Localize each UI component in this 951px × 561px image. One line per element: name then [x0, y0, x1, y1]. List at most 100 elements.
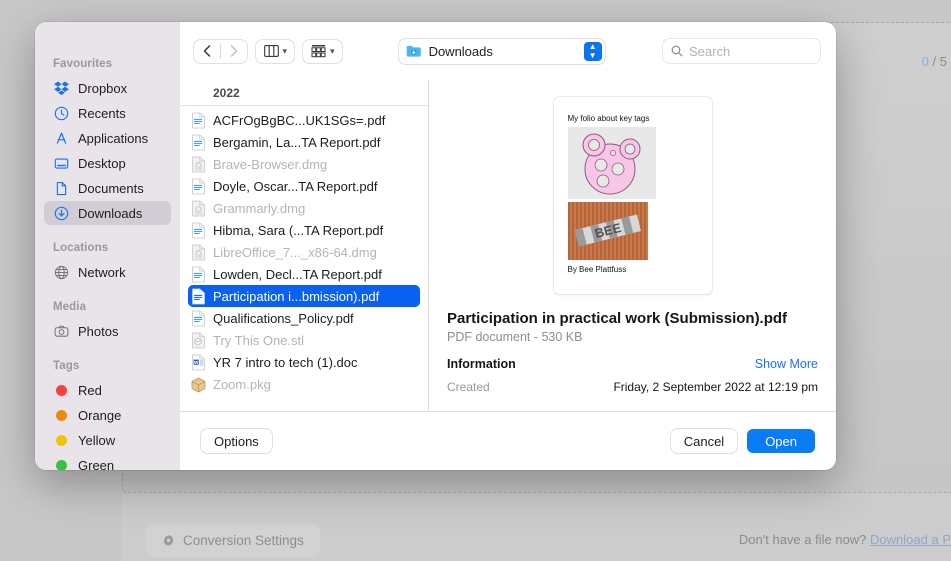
- package-icon: [191, 377, 206, 392]
- information-header: Information: [447, 357, 516, 371]
- dmg-file-icon: [192, 200, 205, 216]
- dialog-footer: Options Cancel Open: [180, 411, 836, 470]
- preview-file-meta: PDF document - 530 KB: [447, 330, 583, 344]
- file-row[interactable]: Participation i...bmission).pdf: [188, 285, 420, 307]
- sidebar-item-label: Desktop: [78, 155, 126, 171]
- path-popup-button[interactable]: Downloads ▲ ▼: [398, 38, 605, 64]
- counter-current: 0: [921, 54, 929, 69]
- sidebar-item-tag-red[interactable]: Red: [44, 378, 171, 402]
- column-view-icon: [263, 45, 279, 57]
- sidebar-section-locations-title: Locations: [53, 242, 109, 254]
- file-row[interactable]: Qualifications_Policy.pdf: [188, 307, 420, 329]
- file-name: Try This One.stl: [213, 332, 305, 348]
- file-name: Hibma, Sara (...TA Report.pdf: [213, 222, 384, 238]
- pdf-file-icon: [191, 112, 206, 129]
- back-button[interactable]: [194, 40, 220, 63]
- file-name: Lowden, Decl...TA Report.pdf: [213, 266, 382, 282]
- no-file-prompt: Don't have a file now? Download a P: [739, 532, 951, 547]
- download-sample-link[interactable]: Download a P: [870, 532, 951, 547]
- file-row[interactable]: Brave-Browser.dmg: [188, 153, 420, 175]
- file-row[interactable]: LibreOffice_7..._x86-64.dmg: [188, 241, 420, 263]
- file-row[interactable]: W YR 7 intro to tech (1).doc: [188, 351, 420, 373]
- chevron-left-icon: [203, 45, 211, 57]
- open-button[interactable]: Open: [747, 429, 815, 453]
- tag-dot-icon: [53, 382, 69, 398]
- sidebar-item-network[interactable]: Network: [44, 260, 171, 284]
- download-icon: [53, 205, 69, 221]
- sidebar-section-favourites-title: Favourites: [53, 58, 113, 70]
- info-key: Created: [447, 380, 490, 394]
- show-more-link[interactable]: Show More: [755, 357, 818, 371]
- chevron-down-icon: ▾: [282, 45, 288, 56]
- sidebar-item-label: Recents: [78, 105, 126, 121]
- sidebar-item-tag-yellow[interactable]: Yellow: [44, 428, 171, 452]
- applications-icon: [53, 130, 69, 146]
- pdf-file-icon: [191, 288, 206, 305]
- bee-keytag-photo: BEE: [567, 202, 648, 260]
- dmg-file-icon: [191, 244, 206, 261]
- path-label: Downloads: [428, 43, 493, 59]
- counter-total: 5: [939, 54, 947, 69]
- sidebar-item-downloads[interactable]: Downloads: [44, 201, 171, 225]
- pdf-file-icon: [191, 310, 206, 327]
- sidebar-item-desktop[interactable]: Desktop: [44, 151, 171, 175]
- sidebar-item-label: Orange: [78, 407, 122, 423]
- pdf-file-icon: [191, 222, 206, 239]
- file-name: Qualifications_Policy.pdf: [213, 310, 354, 326]
- info-row-created: Created Friday, 2 September 2022 at 12:1…: [447, 380, 818, 394]
- sidebar-section-tags-title: Tags: [53, 360, 80, 372]
- options-button[interactable]: Options: [201, 429, 272, 453]
- pkg-file-icon: [191, 376, 206, 393]
- search-icon: [671, 45, 683, 57]
- conversion-settings-button[interactable]: Conversion Settings: [146, 524, 320, 557]
- sidebar-item-label: Dropbox: [78, 80, 128, 96]
- file-row[interactable]: Try This One.stl: [188, 329, 420, 351]
- cancel-button[interactable]: Cancel: [670, 429, 738, 453]
- dropbox-icon: [53, 80, 69, 96]
- svg-text:W: W: [194, 359, 199, 364]
- sidebar-item-photos[interactable]: Photos: [44, 319, 171, 343]
- file-group-header: 2022: [180, 80, 428, 106]
- pdf-file-icon: [192, 112, 205, 128]
- desktop-icon: [53, 155, 69, 171]
- file-row[interactable]: Grammarly.dmg: [188, 197, 420, 219]
- sidebar-item-dropbox[interactable]: Dropbox: [44, 76, 171, 100]
- sidebar-item-label: Green: [78, 457, 115, 471]
- file-row[interactable]: Hibma, Sara (...TA Report.pdf: [188, 219, 420, 241]
- sidebar-item-tag-orange[interactable]: Orange: [44, 403, 171, 427]
- file-name: YR 7 intro to tech (1).doc: [213, 354, 358, 370]
- information-header-row: Information Show More: [447, 357, 818, 371]
- document-thumbnail: My folio about key tags BEE By Bee Platt…: [553, 97, 712, 294]
- file-row[interactable]: ACFrOgBgBC...UK1SGs=.pdf: [188, 109, 420, 131]
- navigation-buttons: [194, 39, 247, 63]
- sidebar-item-recents[interactable]: Recents: [44, 101, 171, 125]
- sidebar-item-tag-green[interactable]: Green: [44, 453, 171, 470]
- file-row[interactable]: Lowden, Decl...TA Report.pdf: [188, 263, 420, 285]
- counter-separator: /: [932, 54, 937, 69]
- file-counter: 0 / 5: [922, 54, 947, 69]
- view-mode-column-button[interactable]: ▾: [255, 39, 295, 63]
- tag-dot-icon: [53, 457, 69, 470]
- sidebar-item-documents[interactable]: Documents: [44, 176, 171, 200]
- tag-dot-icon: [53, 407, 69, 423]
- file-row[interactable]: Zoom.pkg: [188, 373, 420, 395]
- sidebar-item-label: Applications: [78, 130, 149, 146]
- pdf-file-icon: [192, 222, 205, 238]
- file-list[interactable]: 2022 ACFrOgBgBC...UK1SGs=.pdf Bergamin, L…: [180, 80, 429, 411]
- search-field[interactable]: Search: [663, 39, 820, 63]
- file-name: Zoom.pkg: [213, 376, 271, 392]
- file-rows: ACFrOgBgBC...UK1SGs=.pdf Bergamin, La...T…: [180, 106, 428, 411]
- conversion-settings-label: Conversion Settings: [183, 533, 304, 548]
- file-name: Bergamin, La...TA Report.pdf: [213, 134, 381, 150]
- camera-icon: [53, 323, 69, 339]
- file-row[interactable]: Doyle, Oscar...TA Report.pdf: [188, 175, 420, 197]
- view-mode-gallery-button[interactable]: ▾: [303, 39, 342, 63]
- sidebar-item-label: Photos: [78, 323, 119, 339]
- file-row[interactable]: Bergamin, La...TA Report.pdf: [188, 131, 420, 153]
- thumbnail-title: My folio about key tags: [567, 114, 650, 123]
- thumbnail-byline: By Bee Plattfuss: [567, 265, 627, 274]
- forward-button[interactable]: [221, 40, 247, 63]
- sidebar-item-applications[interactable]: Applications: [44, 126, 171, 150]
- file-name: Grammarly.dmg: [213, 200, 306, 216]
- chevron-down-icon: ▾: [330, 45, 335, 56]
